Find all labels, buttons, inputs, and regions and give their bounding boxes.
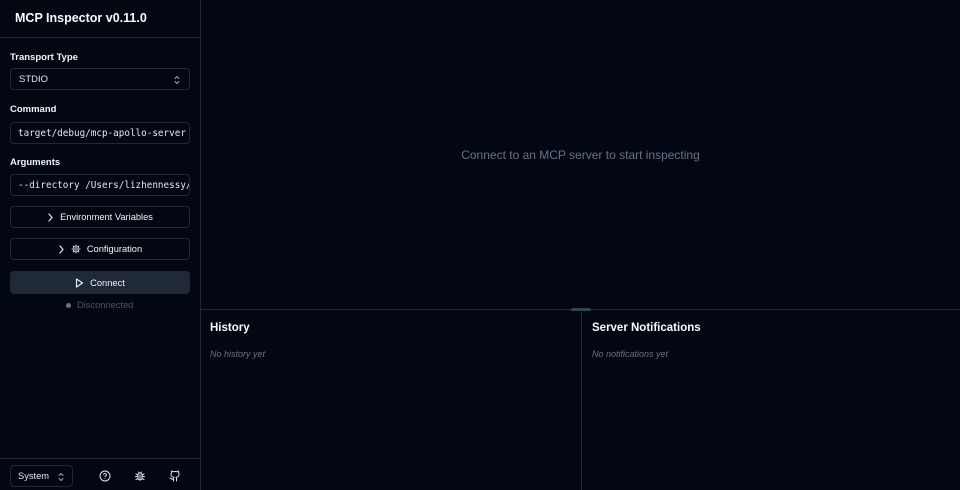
github-icon[interactable] (169, 470, 181, 482)
chevron-right-icon (59, 244, 64, 254)
arguments-input[interactable]: --directory /Users/lizhennessy/ (10, 174, 190, 196)
transport-type-label: Transport Type (10, 52, 78, 63)
play-icon (76, 277, 84, 288)
connection-status: Disconnected (66, 300, 133, 310)
status-dot (66, 302, 71, 308)
command-input[interactable]: target/debug/mcp-apollo-server (10, 122, 190, 144)
sidebar-footer: System (0, 458, 200, 490)
transport-type-value: STDIO (19, 74, 49, 85)
notifications-empty: No notifications yet (592, 349, 669, 359)
history-title: History (210, 322, 250, 334)
command-label: Command (10, 104, 57, 115)
connect-button[interactable]: Connect (10, 271, 190, 294)
column-divider (581, 310, 582, 490)
app-title: MCP Inspector v0.11.0 (15, 11, 147, 25)
chevrons-up-down-icon (58, 473, 64, 481)
environment-variables-button[interactable]: Environment Variables (10, 206, 190, 228)
environment-variables-label: Environment Variables (60, 212, 153, 222)
gear-icon (71, 244, 81, 254)
main-panel: Connect to an MCP server to start inspec… (201, 0, 960, 490)
arguments-label: Arguments (10, 157, 61, 168)
help-circle-icon[interactable] (99, 470, 111, 482)
chevron-right-icon (48, 212, 53, 222)
connect-placeholder: Connect to an MCP server to start inspec… (461, 148, 700, 162)
sidebar-header: MCP Inspector v0.11.0 (0, 0, 200, 38)
history-empty: No history yet (210, 349, 266, 359)
transport-type-select[interactable]: STDIO (10, 68, 190, 90)
bug-icon[interactable] (134, 470, 146, 482)
theme-select[interactable]: System (10, 465, 73, 487)
sidebar: MCP Inspector v0.11.0 Transport Type STD… (0, 0, 201, 490)
notifications-title: Server Notifications (592, 322, 701, 334)
status-text: Disconnected (77, 300, 134, 310)
configuration-label: Configuration (86, 244, 143, 254)
theme-value: System (18, 471, 49, 481)
arguments-value: --directory /Users/lizhennessy/ (18, 180, 190, 191)
chevrons-up-down-icon (174, 76, 180, 84)
command-value: target/debug/mcp-apollo-server (18, 128, 186, 139)
connect-label: Connect (90, 277, 125, 288)
configuration-button[interactable]: Configuration (10, 238, 190, 260)
